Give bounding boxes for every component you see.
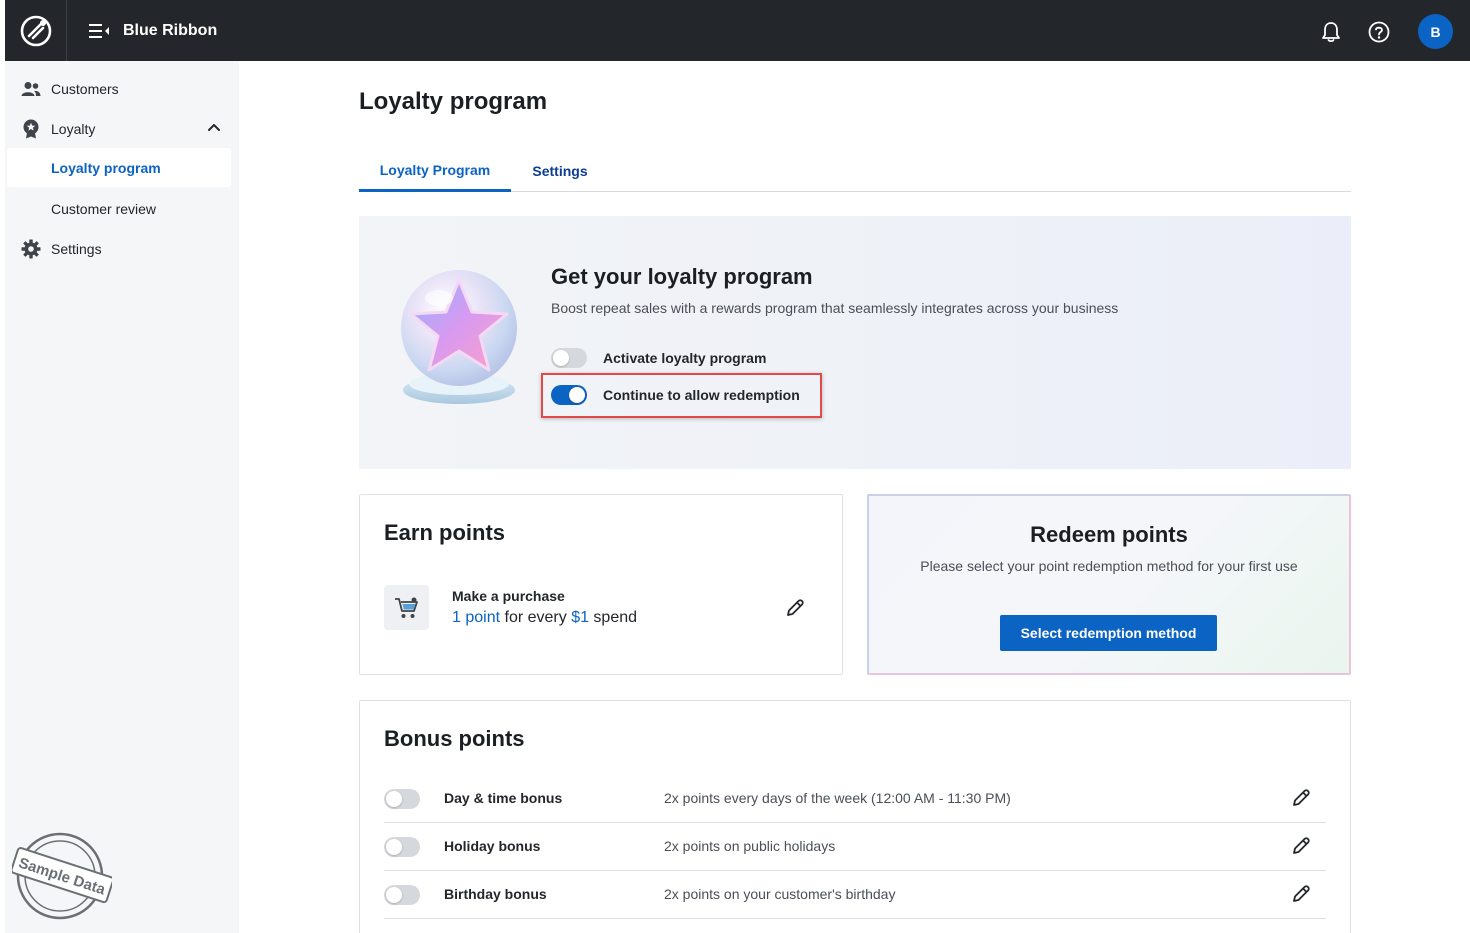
sample-data-stamp: Sample Data — [12, 832, 112, 920]
sidebar-item-label: Loyalty — [51, 121, 96, 137]
sidebar-item-customer-review[interactable]: Customer review — [7, 189, 231, 228]
highlight-box — [541, 373, 822, 418]
chevron-up-icon — [208, 124, 220, 131]
holiday-bonus-toggle[interactable] — [384, 837, 420, 857]
bonus-name: Holiday bonus — [444, 838, 541, 854]
help-button[interactable] — [1366, 15, 1392, 49]
bonus-description: 2x points on public holidays — [664, 838, 836, 854]
notifications-button[interactable] — [1318, 15, 1344, 49]
earn-points-card: Earn points Make a purchase 1 point for … — [359, 494, 843, 675]
pencil-icon — [1293, 885, 1310, 902]
bonus-description: 2x points every days of the week (12:00 … — [664, 790, 1011, 806]
redeem-points-subtitle: Please select your point redemption meth… — [920, 558, 1298, 574]
edit-holiday-bonus-button[interactable] — [1290, 835, 1312, 857]
sidebar-item-label: Customer review — [51, 200, 157, 217]
earn-points-title: Earn points — [384, 520, 506, 545]
sidebar-item-loyalty-program[interactable]: Loyalty program — [7, 148, 231, 187]
page-title: Loyalty program — [359, 88, 548, 115]
bonus-description: 2x points on your customer's birthday — [664, 886, 896, 902]
badge-icon — [21, 119, 41, 139]
bell-icon — [1322, 21, 1340, 42]
sidebar-item-customers[interactable]: Customers — [5, 69, 239, 109]
app-logo[interactable] — [5, 0, 67, 61]
bonus-name: Day & time bonus — [444, 790, 563, 806]
earn-spend-amount: $1 — [571, 609, 589, 626]
gear-icon — [21, 239, 41, 259]
pencil-icon — [1293, 837, 1310, 854]
select-redemption-method-button[interactable]: Select redemption method — [1000, 615, 1217, 651]
tab-settings[interactable]: Settings — [519, 150, 601, 192]
bonus-row-day-time: Day & time bonus 2x points every days of… — [384, 775, 1326, 823]
menu-collapse-icon — [89, 23, 109, 38]
bonus-points-card: Bonus points Day & time bonus 2x points … — [359, 700, 1351, 933]
sidebar-item-label: Settings — [51, 241, 102, 257]
edit-birthday-bonus-button[interactable] — [1290, 883, 1312, 905]
redeem-points-title: Redeem points — [1030, 522, 1188, 547]
bonus-row-holiday: Holiday bonus 2x points on public holida… — [384, 823, 1326, 871]
hero-subtitle: Boost repeat sales with a rewards progra… — [551, 300, 1119, 316]
top-bar: Blue Ribbon B — [5, 0, 1470, 61]
earn-desc-end: spend — [588, 609, 638, 626]
sidebar-item-label: Customers — [51, 81, 119, 97]
sidebar-item-label: Loyalty program — [51, 159, 161, 176]
people-icon — [21, 80, 41, 98]
birthday-bonus-toggle[interactable] — [384, 885, 420, 905]
sidebar: Customers Loyalty Loyalty program Custom… — [5, 61, 239, 933]
activate-loyalty-toggle[interactable] — [551, 348, 587, 368]
pencil-icon — [1293, 789, 1310, 806]
help-icon — [1368, 21, 1390, 42]
pencil-icon — [787, 599, 804, 616]
bonus-row-birthday: Birthday bonus 2x points on your custome… — [384, 871, 1326, 919]
sidebar-item-loyalty[interactable]: Loyalty — [5, 109, 239, 149]
hero-title: Get your loyalty program — [551, 264, 813, 289]
user-avatar[interactable]: B — [1418, 14, 1453, 49]
redeem-points-card: Redeem points Please select your point r… — [867, 494, 1351, 675]
loyalty-hero-panel: Get your loyalty program Boost repeat sa… — [359, 216, 1351, 469]
day-time-bonus-toggle[interactable] — [384, 789, 420, 809]
tab-bar: Loyalty Program Settings — [359, 150, 1351, 192]
app-logo-icon — [20, 15, 51, 46]
bonus-name: Birthday bonus — [444, 886, 547, 902]
cart-icon — [394, 597, 418, 618]
star-trophy-icon — [401, 270, 517, 404]
earn-desc-text: for every — [500, 609, 572, 626]
activate-loyalty-label: Activate loyalty program — [603, 350, 767, 366]
earn-points-amount: 1 point — [452, 609, 501, 626]
earn-rule-description: 1 point for every $1 spend — [452, 609, 637, 627]
cart-icon-box — [384, 585, 429, 630]
menu-toggle-button[interactable] — [89, 23, 111, 39]
edit-earn-rule-button[interactable] — [784, 597, 806, 619]
brand-name: Blue Ribbon — [123, 21, 218, 39]
earn-rule-title: Make a purchase — [452, 588, 565, 604]
sidebar-item-settings[interactable]: Settings — [5, 229, 239, 269]
tab-loyalty-program[interactable]: Loyalty Program — [359, 150, 511, 192]
bonus-points-title: Bonus points — [384, 726, 525, 751]
edit-day-time-bonus-button[interactable] — [1290, 787, 1312, 809]
